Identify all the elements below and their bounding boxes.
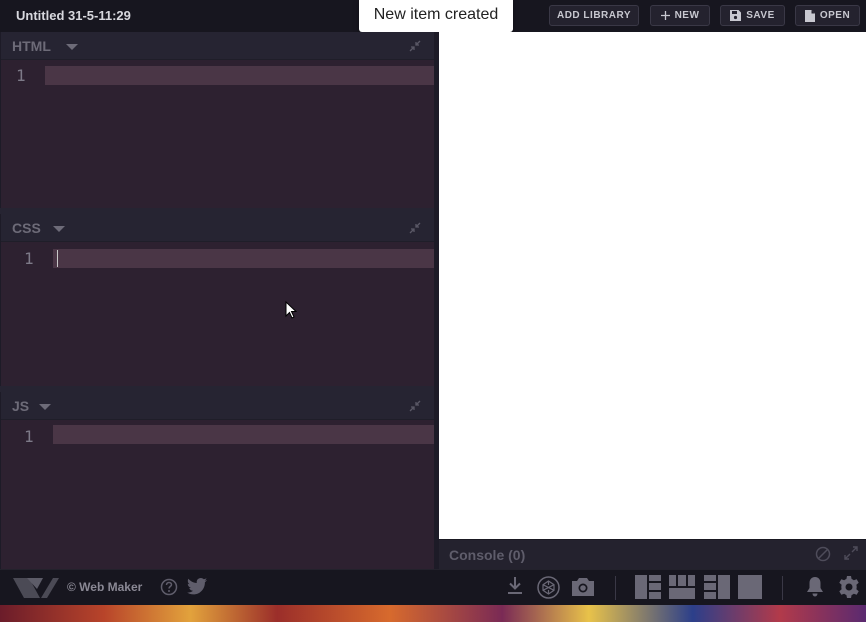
floppy-disk-icon: [730, 10, 742, 21]
collapse-icon[interactable]: [409, 400, 421, 412]
js-pane-header[interactable]: JS: [1, 392, 434, 420]
mouse-pointer-icon: [285, 301, 297, 319]
js-pane-title: JS: [12, 398, 30, 414]
gear-icon[interactable]: [838, 576, 860, 598]
expand-icon[interactable]: [844, 546, 858, 560]
project-title[interactable]: Untitled 31-5-11:29: [16, 8, 131, 23]
caret-down-icon[interactable]: [39, 404, 51, 410]
layout-1-icon[interactable]: [635, 575, 661, 599]
collapse-icon[interactable]: [409, 222, 421, 234]
save-label: SAVE: [746, 10, 775, 21]
console-title: Console (0): [449, 547, 526, 563]
web-maker-logo[interactable]: [13, 577, 59, 599]
download-icon[interactable]: [507, 577, 523, 595]
plus-icon: [660, 11, 670, 20]
preview-frame[interactable]: [439, 32, 866, 539]
bell-icon[interactable]: [806, 577, 824, 597]
layout-2-icon[interactable]: [669, 575, 695, 599]
editor-column: HTML 1 CSS 1 JS 1: [0, 32, 434, 569]
collapse-icon[interactable]: [409, 40, 421, 52]
js-code-editor[interactable]: [53, 425, 434, 444]
layout-3-icon[interactable]: [704, 575, 730, 599]
css-pane: CSS 1: [0, 214, 434, 386]
open-button[interactable]: OPEN: [795, 5, 860, 26]
new-label: NEW: [674, 10, 700, 21]
html-pane-title: HTML: [12, 38, 51, 54]
css-code-editor[interactable]: [53, 249, 434, 268]
footer-separator: [782, 576, 783, 600]
layout-4-icon[interactable]: [738, 575, 762, 599]
html-pane: HTML 1: [0, 32, 434, 208]
codepen-icon[interactable]: [537, 576, 560, 599]
twitter-icon[interactable]: [187, 578, 207, 595]
camera-icon[interactable]: [572, 577, 594, 596]
caret-down-icon[interactable]: [66, 44, 78, 50]
block-icon[interactable]: [815, 546, 831, 562]
add-library-label: ADD LIBRARY: [556, 10, 631, 21]
css-pane-title: CSS: [12, 220, 41, 236]
add-library-button[interactable]: ADD LIBRARY: [549, 5, 639, 26]
save-button[interactable]: SAVE: [720, 5, 785, 26]
line-number: 1: [24, 249, 34, 268]
toast-notification: New item created: [359, 0, 513, 32]
new-button[interactable]: NEW: [650, 5, 710, 26]
line-number: 1: [16, 66, 26, 85]
help-icon[interactable]: [160, 578, 178, 596]
html-pane-header[interactable]: HTML: [1, 32, 434, 60]
line-number: 1: [24, 427, 34, 446]
html-code-editor[interactable]: [45, 66, 434, 85]
toast-message: New item created: [373, 6, 499, 23]
js-pane: JS 1: [0, 392, 434, 569]
css-pane-header[interactable]: CSS: [1, 214, 434, 242]
footer-bar: © Web Maker: [0, 569, 866, 605]
console-bar[interactable]: Console (0): [439, 539, 866, 569]
desktop-wallpaper-strip: [0, 605, 866, 622]
caret-down-icon[interactable]: [53, 226, 65, 232]
footer-separator: [615, 576, 616, 600]
open-label: OPEN: [819, 10, 851, 21]
copyright-text: © Web Maker: [67, 580, 143, 594]
text-cursor: [57, 250, 58, 267]
document-icon: [804, 9, 815, 22]
